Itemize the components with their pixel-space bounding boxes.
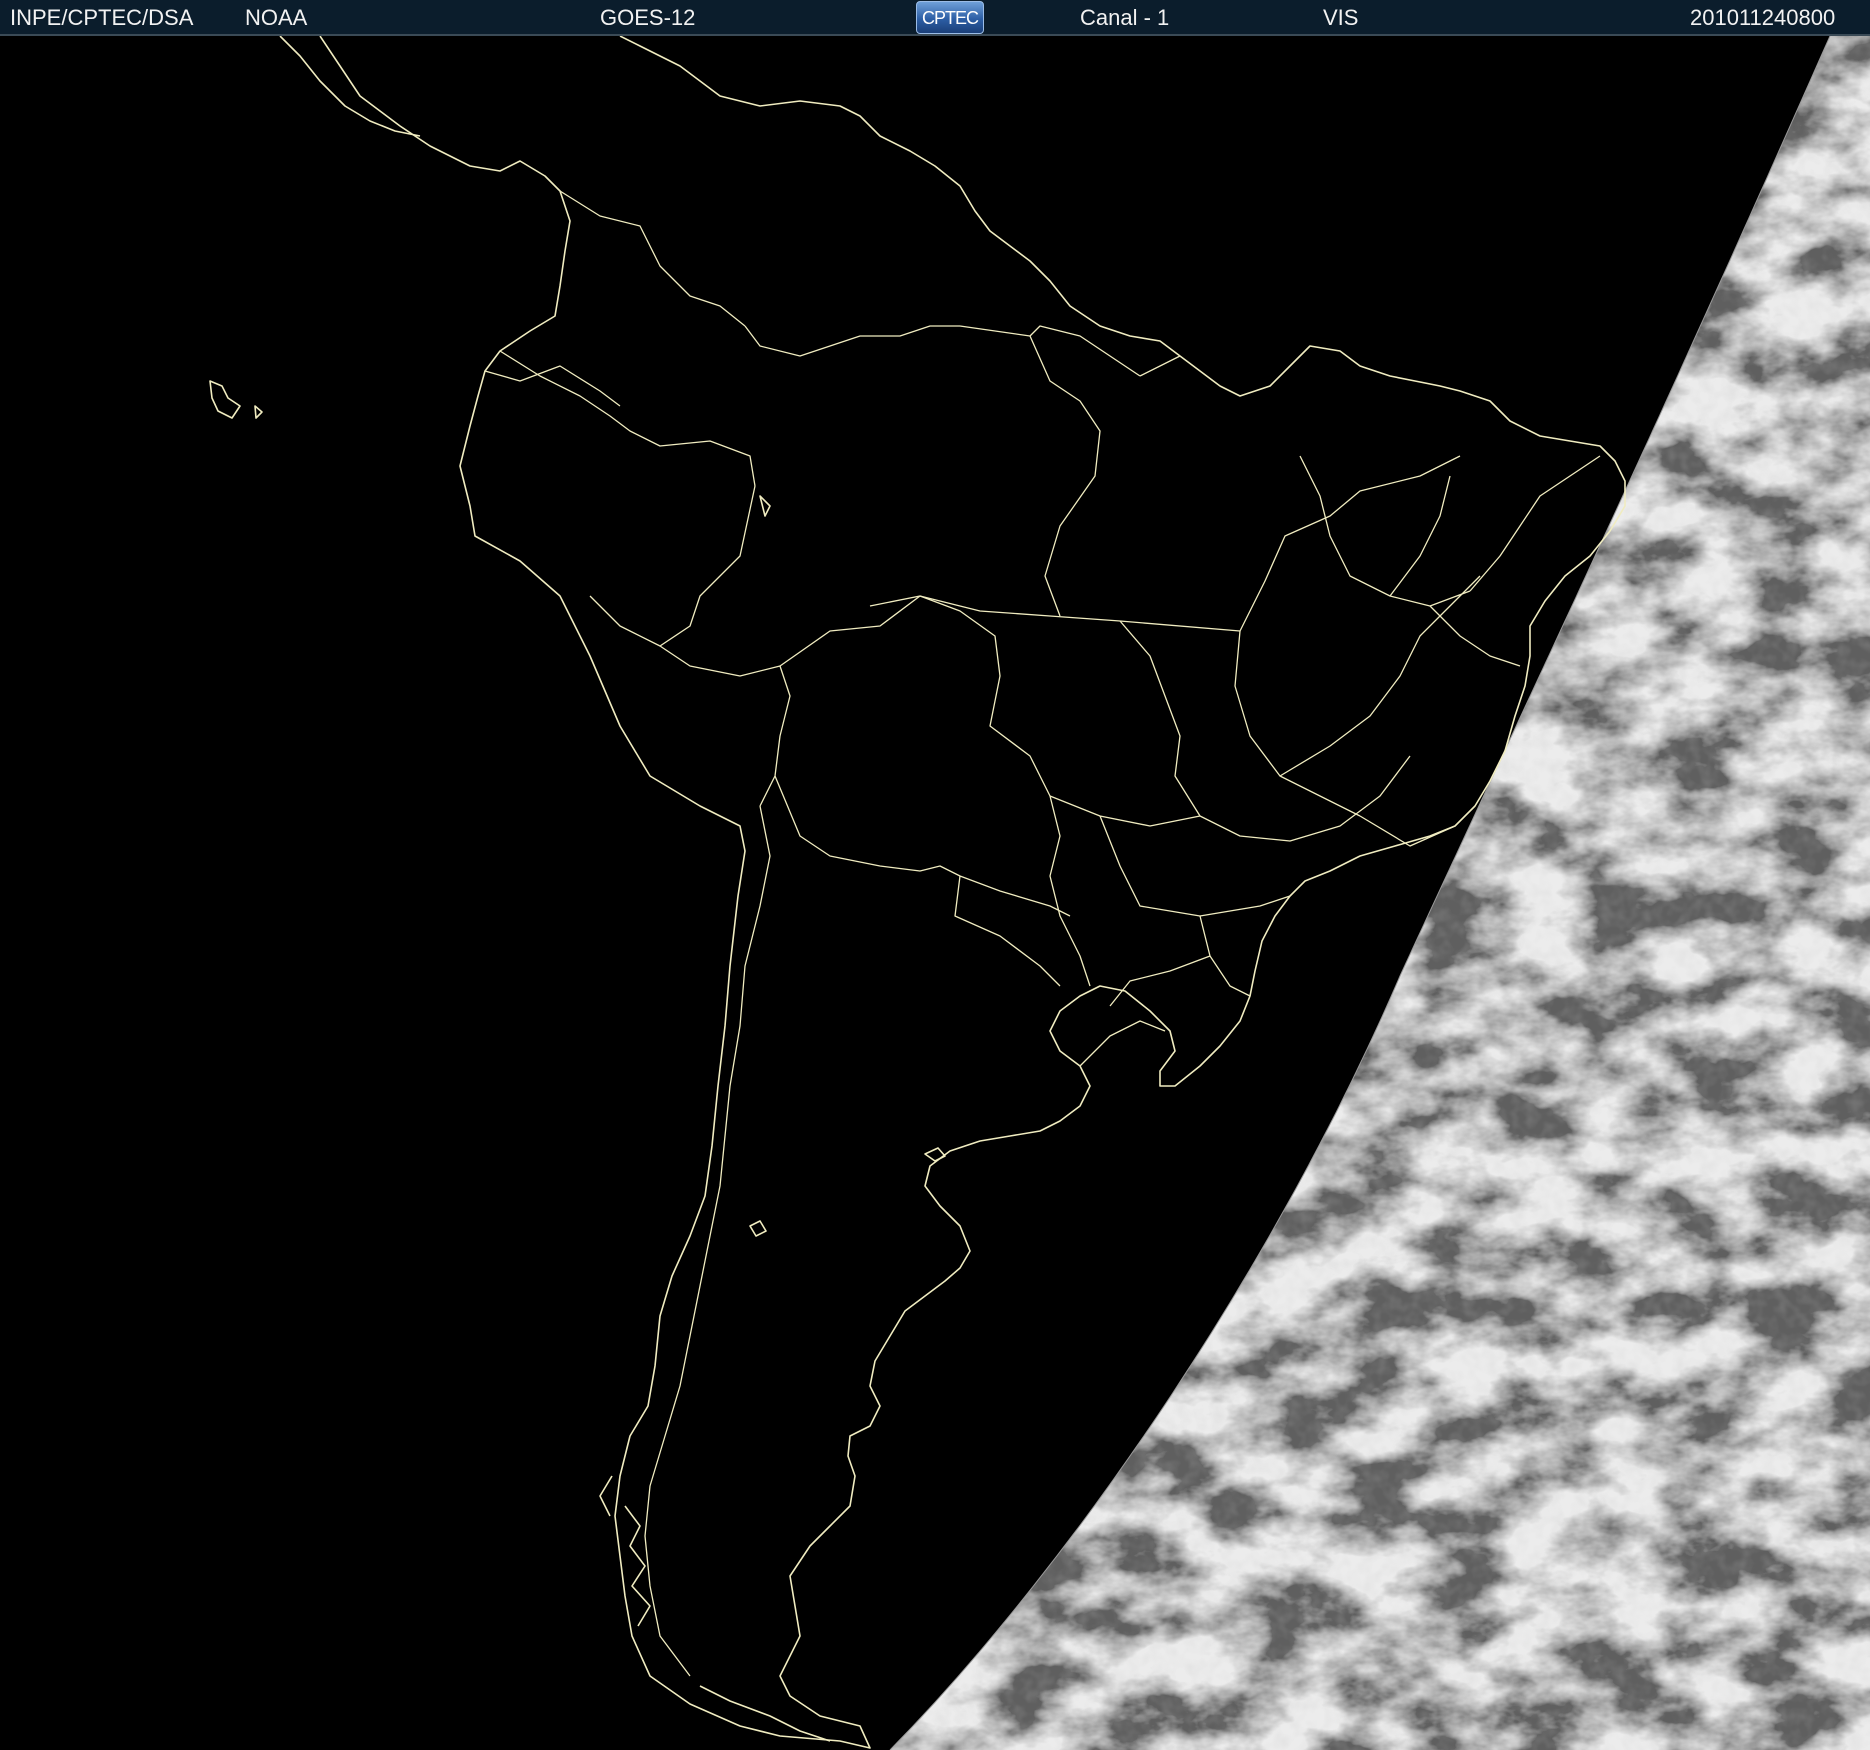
map-canvas: [209, 36, 1870, 1750]
cloud-field: [890, 36, 1870, 1750]
header-bar: INPE/CPTEC/DSA NOAA GOES-12 CPTEC Canal …: [0, 0, 1870, 36]
agency-label: NOAA: [245, 5, 308, 30]
timestamp-label: 201011240800: [1690, 5, 1836, 30]
channel-label: Canal - 1: [1080, 5, 1170, 30]
cptec-logo: CPTEC: [916, 1, 984, 34]
organization-label: INPE/CPTEC/DSA: [10, 5, 194, 30]
band-label: VIS: [1323, 5, 1359, 30]
satellite-image: [0, 36, 1870, 1750]
logo-text: CPTEC: [921, 8, 979, 28]
satellite-label: GOES-12: [600, 5, 696, 30]
